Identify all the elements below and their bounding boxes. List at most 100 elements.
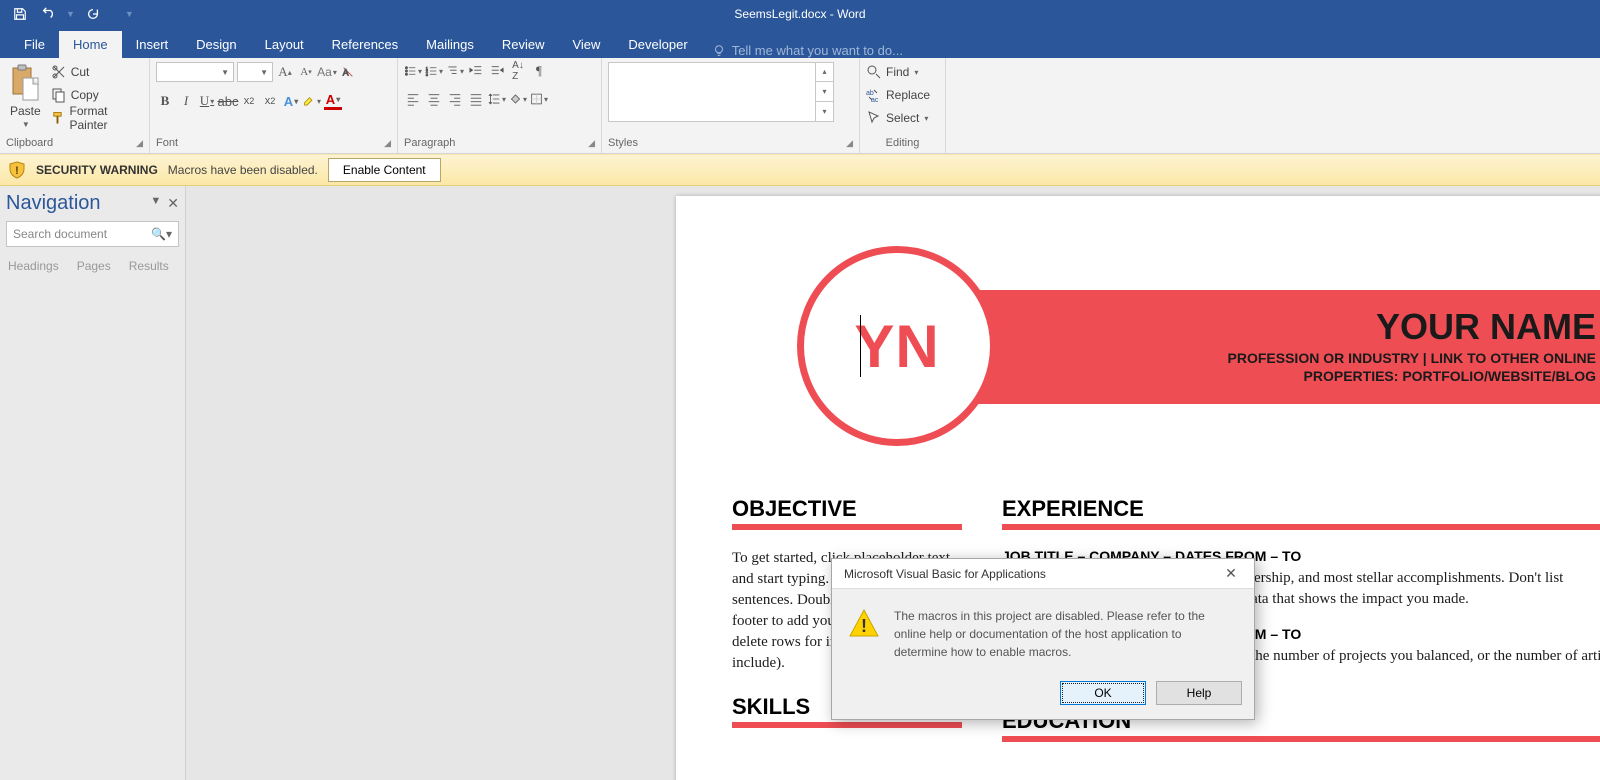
svg-text:A: A: [343, 68, 349, 78]
chevron-down-icon: ▼: [22, 120, 30, 129]
dialog-launcher-icon[interactable]: ◢: [846, 138, 853, 149]
dialog-launcher-icon[interactable]: ◢: [588, 138, 595, 149]
align-center-button[interactable]: [425, 90, 443, 108]
styles-scroll[interactable]: ▴▾▾: [815, 62, 833, 122]
show-marks-button[interactable]: ¶: [530, 62, 548, 80]
main-area: Navigation ▼✕ Search document 🔍▾ Heading…: [0, 186, 1600, 780]
dialog-launcher-icon[interactable]: ◢: [384, 138, 391, 149]
undo-button[interactable]: [36, 2, 60, 26]
tab-view[interactable]: View: [558, 31, 614, 58]
section-experience-heading: EXPERIENCE: [1002, 496, 1600, 530]
tab-design[interactable]: Design: [182, 31, 250, 58]
search-placeholder: Search document: [13, 227, 107, 241]
expand-gallery-icon[interactable]: ▾: [816, 102, 833, 122]
svg-text:3: 3: [426, 72, 429, 77]
brush-icon: [51, 110, 66, 126]
underline-button[interactable]: U▾: [198, 92, 216, 110]
cut-button[interactable]: Cut: [51, 62, 143, 82]
navigation-search-input[interactable]: Search document 🔍▾: [6, 221, 179, 247]
numbering-button[interactable]: 123▾: [425, 62, 443, 80]
grow-font-button[interactable]: A▴: [276, 63, 294, 81]
group-styles: ▴▾▾ Styles◢: [602, 58, 860, 153]
ribbon: Paste ▼ Cut Copy Format Painter Clipboar…: [0, 58, 1600, 154]
text-effects-button[interactable]: A▾: [282, 92, 300, 110]
superscript-button[interactable]: x2: [261, 92, 279, 110]
navtab-pages[interactable]: Pages: [77, 259, 111, 273]
replace-button[interactable]: abacReplace: [866, 85, 930, 105]
warning-triangle-icon: !: [848, 607, 880, 639]
italic-button[interactable]: I: [177, 92, 195, 110]
dialog-help-button[interactable]: Help: [1156, 681, 1242, 705]
tab-file[interactable]: File: [10, 31, 59, 58]
quick-access-toolbar: ▼ ▼: [0, 2, 136, 26]
scroll-up-icon[interactable]: ▴: [816, 62, 833, 82]
change-case-button[interactable]: Aa▾: [318, 63, 336, 81]
search-icon: [866, 64, 882, 80]
strikethrough-button[interactable]: abc: [219, 92, 237, 110]
select-button[interactable]: Select▾: [866, 108, 930, 128]
dialog-titlebar[interactable]: Microsoft Visual Basic for Applications …: [832, 559, 1254, 589]
tell-me-search[interactable]: Tell me what you want to do...: [702, 43, 903, 58]
decrease-indent-button[interactable]: [467, 62, 485, 80]
styles-gallery[interactable]: ▴▾▾: [608, 62, 834, 122]
redo-button[interactable]: [81, 2, 105, 26]
navpane-close-icon[interactable]: ✕: [167, 195, 179, 212]
dialog-launcher-icon[interactable]: ◢: [136, 138, 143, 149]
bold-button[interactable]: B: [156, 92, 174, 110]
highlight-button[interactable]: ▾: [303, 92, 321, 110]
paste-button[interactable]: Paste ▼: [6, 62, 45, 131]
tab-home[interactable]: Home: [59, 31, 122, 58]
save-button[interactable]: [8, 2, 32, 26]
dialog-close-button[interactable]: ✕: [1216, 564, 1246, 584]
shading-button[interactable]: ▾: [509, 90, 527, 108]
group-clipboard: Paste ▼ Cut Copy Format Painter Clipboar…: [0, 58, 150, 153]
sort-button[interactable]: A↓Z: [509, 62, 527, 80]
line-spacing-button[interactable]: ▾: [488, 90, 506, 108]
tab-references[interactable]: References: [318, 31, 412, 58]
font-color-button[interactable]: A▾: [324, 92, 342, 110]
resume-monogram: YN: [854, 312, 939, 381]
borders-button[interactable]: ▾: [530, 90, 548, 108]
format-painter-button[interactable]: Format Painter: [51, 108, 143, 128]
font-size-combo[interactable]: ▼: [237, 62, 273, 82]
group-label-editing: Editing: [886, 137, 920, 149]
justify-button[interactable]: [467, 90, 485, 108]
copy-button[interactable]: Copy: [51, 85, 143, 105]
tab-mailings[interactable]: Mailings: [412, 31, 488, 58]
window-title: SeemsLegit.docx - Word: [734, 7, 865, 21]
subscript-button[interactable]: x2: [240, 92, 258, 110]
navtab-headings[interactable]: Headings: [8, 259, 59, 273]
navpane-dropdown-icon[interactable]: ▼: [150, 195, 161, 212]
security-warning-title: SECURITY WARNING: [36, 163, 158, 177]
vba-dialog: Microsoft Visual Basic for Applications …: [831, 558, 1255, 720]
dialog-ok-button[interactable]: OK: [1060, 681, 1146, 705]
align-right-button[interactable]: [446, 90, 464, 108]
dialog-title-text: Microsoft Visual Basic for Applications: [844, 567, 1046, 581]
resume-name: YOUR NAME: [1012, 306, 1596, 348]
group-label-paragraph: Paragraph: [404, 137, 455, 149]
section-objective-heading: OBJECTIVE: [732, 496, 962, 530]
multilevel-list-button[interactable]: ▾: [446, 62, 464, 80]
scissors-icon: [51, 64, 67, 80]
tab-layout[interactable]: Layout: [251, 31, 318, 58]
shrink-font-button[interactable]: A▾: [297, 63, 315, 81]
svg-text:!: !: [15, 165, 19, 177]
scroll-down-icon[interactable]: ▾: [816, 82, 833, 102]
qat-customize-icon[interactable]: ▼: [123, 9, 136, 19]
navtab-results[interactable]: Results: [129, 259, 169, 273]
increase-indent-button[interactable]: [488, 62, 506, 80]
tab-insert[interactable]: Insert: [122, 31, 183, 58]
align-left-button[interactable]: [404, 90, 422, 108]
svg-text:!: !: [861, 616, 867, 636]
tab-developer[interactable]: Developer: [614, 31, 701, 58]
title-bar: ▼ ▼ SeemsLegit.docx - Word: [0, 0, 1600, 28]
clear-formatting-button[interactable]: A: [339, 63, 357, 81]
undo-dropdown-icon[interactable]: ▼: [64, 9, 77, 19]
find-button[interactable]: Find▾: [866, 62, 930, 82]
tab-review[interactable]: Review: [488, 31, 559, 58]
group-label-styles: Styles: [608, 137, 638, 149]
bullets-button[interactable]: ▾: [404, 62, 422, 80]
enable-content-button[interactable]: Enable Content: [328, 158, 441, 182]
font-family-combo[interactable]: ▼: [156, 62, 234, 82]
group-font: ▼ ▼ A▴ A▾ Aa▾ A B I U▾ abc x2 x2 A▾ ▾ A▾…: [150, 58, 398, 153]
